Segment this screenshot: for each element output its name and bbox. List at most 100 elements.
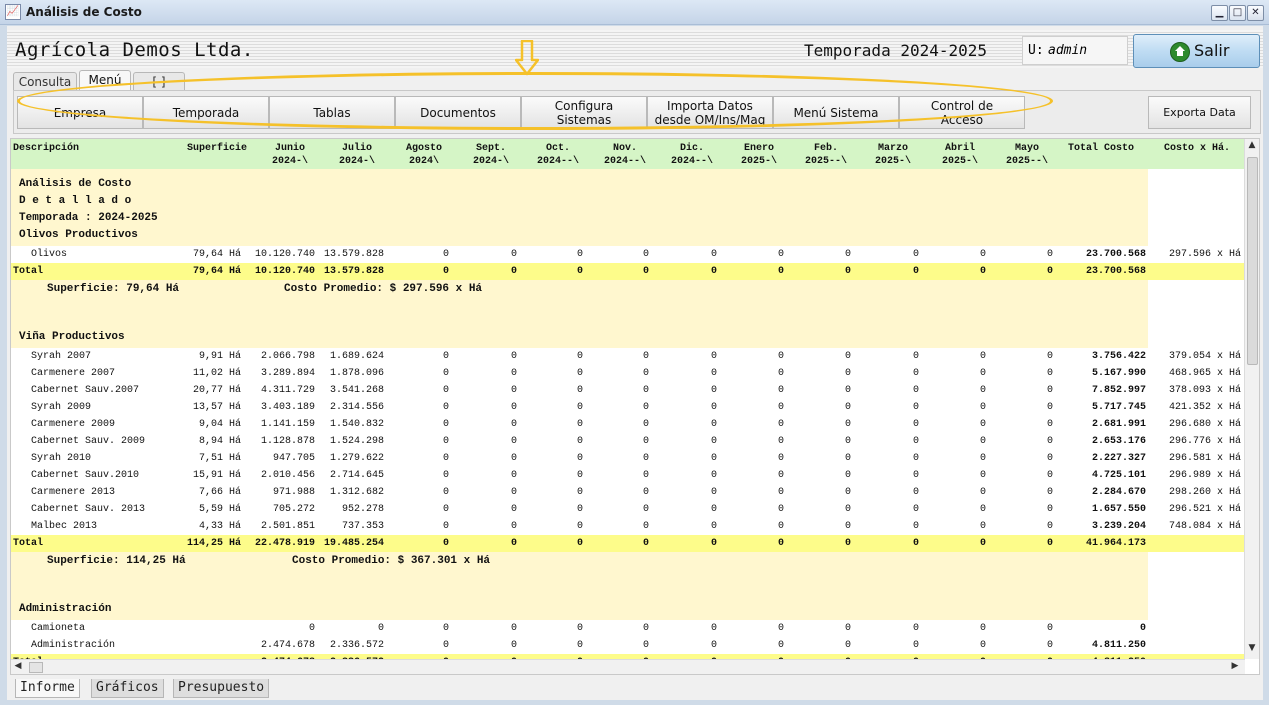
- total-row[interactable]: Total 79,64 Há 10.120.740 13.579.828 0 0 0 0 0 0 0…: [11, 263, 1245, 280]
- table-row[interactable]: Carmenere 2009 9,04 Há 1.141.159 1.540.832 0…: [11, 416, 1241, 433]
- column-header[interactable]: Abril 2025-\: [927, 142, 993, 168]
- control-acceso-button[interactable]: Control de Acceso: [899, 96, 1025, 129]
- cell-sup: 9,04 Há: [198, 419, 241, 430]
- table-row[interactable]: Syrah 2007 9,91 Há 2.066.798 1.689.624 0 0 0 0 0…: [11, 348, 1241, 365]
- cell-dic: 0: [710, 385, 717, 396]
- column-header[interactable]: Junio 2024-\: [257, 142, 323, 168]
- cell-may: 0: [1046, 487, 1053, 498]
- cell-cxh: 296.581 x Há: [1168, 453, 1241, 464]
- cell-feb: 0: [844, 419, 851, 430]
- column-header[interactable]: Oct. 2024--\: [525, 142, 591, 168]
- cell-feb: 0: [844, 385, 851, 396]
- vertical-scrollbar[interactable]: ▲ ▼: [1244, 139, 1259, 659]
- cell-oct: 0: [576, 249, 583, 260]
- scroll-right-icon[interactable]: ▶: [1229, 661, 1241, 671]
- cell-total: 2.284.670: [1091, 487, 1146, 498]
- cell-may: 0: [1046, 351, 1053, 362]
- cell-total: 2.227.327: [1091, 453, 1146, 464]
- tablas-button[interactable]: Tablas: [269, 96, 395, 129]
- table-row[interactable]: Camioneta 0 0 0 0 0 0 0 0 0 0 0 0 0: [11, 620, 1148, 637]
- cell-mar: 0: [912, 385, 919, 396]
- exit-button[interactable]: Salir: [1133, 34, 1260, 68]
- cell-jul: 1.312.682: [329, 487, 384, 498]
- empresa-button[interactable]: Empresa: [17, 96, 143, 129]
- cell-total: 2.681.991: [1091, 419, 1146, 430]
- column-header[interactable]: Dic. 2024--\: [659, 142, 725, 168]
- table-row[interactable]: Carmenere 2007 11,02 Há 3.289.894 1.878.096…: [11, 365, 1241, 382]
- cell-dic: 0: [710, 351, 717, 362]
- tab-presupuesto[interactable]: Presupuesto: [173, 679, 270, 698]
- column-header[interactable]: Sept. 2024-\: [458, 142, 524, 168]
- column-header[interactable]: Mayo 2025--\: [994, 142, 1060, 168]
- cell-sup: 5,59 Há: [198, 504, 241, 515]
- documentos-button[interactable]: Documentos: [395, 96, 521, 129]
- column-header[interactable]: Costo x Há.: [1149, 142, 1245, 155]
- cell-ago: 0: [442, 470, 449, 481]
- table-row[interactable]: Cabernet Sauv.2010 15,91 Há 2.010.456 2.714…: [11, 467, 1241, 484]
- cell-feb: 0: [844, 368, 851, 379]
- cell-mar: 0: [912, 640, 919, 651]
- table-row[interactable]: Cabernet Sauv. 2009 8,94 Há 1.128.878 1.524…: [11, 433, 1241, 450]
- tab-menu[interactable]: Menú: [79, 70, 131, 91]
- table-row[interactable]: Carmenere 2013 7,66 Há 971.988 1.312.682 0 0 0…: [11, 484, 1241, 501]
- cell-oct: 0: [576, 453, 583, 464]
- scroll-left-icon[interactable]: ◀: [12, 661, 24, 671]
- maximize-button[interactable]: □: [1229, 5, 1246, 21]
- table-row[interactable]: Administración 2.474.678 2.336.572 0 0 0 0 0 0 0 0…: [11, 637, 1148, 654]
- cell-ago: 0: [442, 402, 449, 413]
- column-header[interactable]: Julio 2024-\: [324, 142, 390, 168]
- vertical-scroll-thumb[interactable]: [1247, 157, 1258, 365]
- cell-dic: 0: [710, 504, 717, 515]
- cell-mar: 0: [912, 368, 919, 379]
- cell-nov: 0: [642, 521, 649, 532]
- temporada-button[interactable]: Temporada: [143, 96, 269, 129]
- tab-graficos[interactable]: Gráficos: [91, 679, 164, 698]
- cell-nov: 0: [642, 419, 649, 430]
- column-header[interactable]: Nov. 2024--\: [592, 142, 658, 168]
- column-header[interactable]: Agosto 2024\: [391, 142, 457, 168]
- cell-feb: 0: [844, 351, 851, 362]
- cell-desc: Olivos: [31, 249, 68, 260]
- cell-abr: 0: [979, 640, 986, 651]
- column-header[interactable]: Descripción: [13, 142, 103, 155]
- table-row[interactable]: Malbec 2013 4,33 Há 2.501.851 737.353 0 0 0 0 0 0…: [11, 518, 1241, 535]
- table-row[interactable]: Cabernet Sauv.2007 20,77 Há 4.311.729 3.541…: [11, 382, 1241, 399]
- tab-empty[interactable]: [ ]: [133, 72, 185, 91]
- cell-jun: 2.066.798: [260, 351, 315, 362]
- column-header[interactable]: Superficie: [181, 142, 247, 155]
- column-header[interactable]: Feb. 2025--\: [793, 142, 859, 168]
- tab-consulta[interactable]: Consulta: [13, 72, 77, 91]
- cell-sep: 0: [510, 249, 517, 260]
- close-button[interactable]: ✕: [1247, 5, 1264, 21]
- cell-mar: 0: [912, 504, 919, 515]
- cell-ago: 0: [442, 538, 449, 549]
- cell-jul: 737.353: [341, 521, 384, 532]
- cell-sep: 0: [510, 385, 517, 396]
- minimize-button[interactable]: ▁: [1211, 5, 1228, 21]
- menu-sistema-button[interactable]: Menú Sistema: [773, 96, 899, 129]
- configura-sistemas-button[interactable]: Configura Sistemas: [521, 96, 647, 129]
- horizontal-scrollbar[interactable]: ◀ ▶: [11, 659, 1245, 674]
- cell-mar: 0: [912, 453, 919, 464]
- table-row[interactable]: Olivos 79,64 Há 10.120.740 13.579.828 0 0 0 0 0 0…: [11, 246, 1241, 263]
- cell-dic: 0: [710, 436, 717, 447]
- importa-datos-button[interactable]: Importa Datos desde OM/Ins/Maq: [647, 96, 773, 129]
- table-row[interactable]: Cabernet Sauv. 2013 5,59 Há 705.272 952.278…: [11, 501, 1241, 518]
- tab-informe[interactable]: Informe: [15, 679, 80, 698]
- scroll-down-icon[interactable]: ▼: [1246, 643, 1258, 653]
- horizontal-scroll-thumb[interactable]: [29, 662, 43, 673]
- scroll-up-icon[interactable]: ▲: [1246, 140, 1258, 150]
- column-header[interactable]: Total Costo: [1061, 142, 1141, 155]
- column-header[interactable]: Enero 2025-\: [726, 142, 792, 168]
- cost-grid[interactable]: Descripción Superficie Junio 2024-\ Julio 202…: [10, 138, 1260, 675]
- table-row[interactable]: Syrah 2009 13,57 Há 3.403.189 2.314.556 0 0 0 0…: [11, 399, 1241, 416]
- user-name: admin: [1048, 43, 1088, 58]
- cell-desc: Cabernet Sauv. 2009: [31, 436, 146, 447]
- cell-feb: 0: [844, 453, 851, 464]
- exporta-data-button[interactable]: Exporta Data: [1148, 96, 1251, 129]
- table-row[interactable]: Syrah 2010 7,51 Há 947.705 1.279.622 0 0 0 0 0 0 0…: [11, 450, 1241, 467]
- total-row[interactable]: Total 114,25 Há 22.478.919 19.485.254 0 0 0 0 0 0…: [11, 535, 1245, 552]
- cell-jul: 1.524.298: [329, 436, 384, 447]
- column-header[interactable]: Marzo 2025-\: [860, 142, 926, 168]
- cell-ene: 0: [777, 351, 784, 362]
